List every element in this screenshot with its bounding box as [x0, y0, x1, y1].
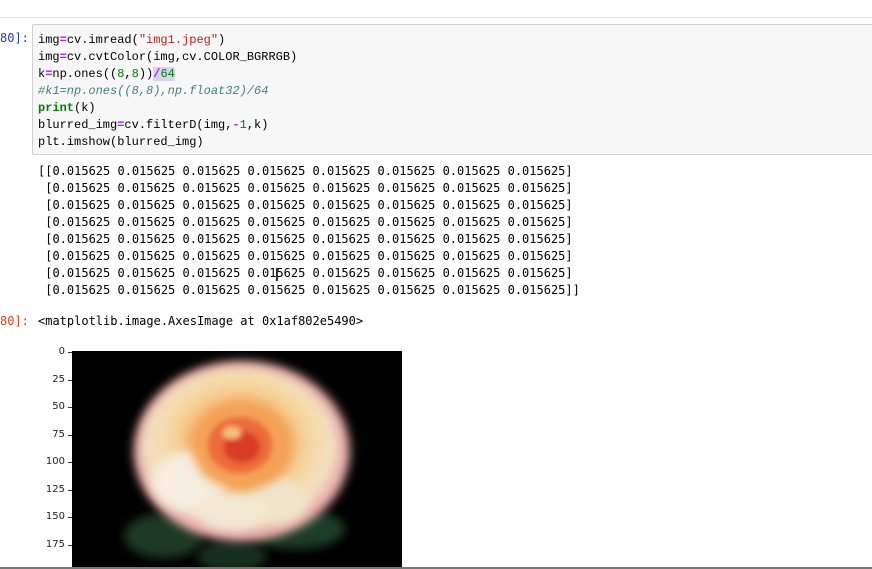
y-tick-label: 75 — [52, 429, 65, 440]
output-row: [0.015625 0.015625 0.015625 0.015625 0.0… — [38, 198, 573, 212]
y-tick: 150 — [0, 511, 72, 522]
y-tick-label: 100 — [45, 456, 65, 467]
y-tick: 75 — [0, 429, 72, 440]
notebook-top-border — [0, 17, 872, 18]
output-row: [0.015625 0.015625 0.015625 0.015625 0.0… — [38, 283, 580, 297]
input-prompt: 80]: — [0, 31, 29, 45]
text-cursor-icon — [276, 268, 278, 281]
code-line-2: img=cv.cvtColor(img,cv.COLOR_BGRRGB) — [38, 50, 298, 64]
y-tick: 0 — [0, 346, 72, 357]
y-tick-label: 50 — [52, 401, 65, 412]
code-editor[interactable]: img=cv.imread("img1.jpeg") img=cv.cvtColo… — [38, 32, 297, 151]
output-row: [0.015625 0.015625 0.015625 0.015625 0.0… — [38, 181, 573, 195]
code-line-7: plt.imshow(blurred_img) — [38, 135, 204, 149]
result-repr: <matplotlib.image.AxesImage at 0x1af802e… — [38, 314, 364, 328]
output-row: [0.015625 0.015625 0.015625 0.015625 0.0… — [38, 215, 573, 229]
output-prompt: 80]: — [0, 314, 29, 328]
output-row: [0.015625 0.015625 0.015625 0.015625 0.0… — [38, 249, 573, 263]
code-line-6: blurred_img=cv.filterD(img,-1,k) — [38, 118, 269, 132]
output-row: [[0.015625 0.015625 0.015625 0.015625 0.… — [38, 164, 573, 178]
y-tick: 50 — [0, 401, 72, 412]
output-row: [0.015625 0.015625 0.015625 0.015625 0.0… — [38, 266, 573, 280]
code-line-4: #k1=np.ones((8,8),np.float32)/64 — [38, 84, 269, 98]
code-line-3: k=np.ones((8,8))/64 — [38, 67, 175, 81]
y-tick: 175 — [0, 539, 72, 550]
y-tick-label: 150 — [45, 511, 65, 522]
print-output: [[0.015625 0.015625 0.015625 0.015625 0.… — [38, 163, 580, 299]
blurred-rose-image — [72, 351, 402, 569]
y-tick-label: 125 — [45, 484, 65, 495]
y-tick: 25 — [0, 374, 72, 385]
y-tick: 125 — [0, 484, 72, 495]
y-tick-label: 0 — [58, 346, 65, 357]
y-tick-label: 25 — [52, 374, 65, 385]
code-cell-input[interactable]: img=cv.imread("img1.jpeg") img=cv.cvtColo… — [32, 24, 872, 155]
code-line-1: img=cv.imread("img1.jpeg") — [38, 33, 226, 47]
y-tick-label: 175 — [45, 539, 65, 550]
code-line-5: print(k) — [38, 101, 96, 115]
rose-picture — [72, 351, 402, 569]
output-row: [0.015625 0.015625 0.015625 0.015625 0.0… — [38, 232, 573, 246]
y-tick: 100 — [0, 456, 72, 467]
